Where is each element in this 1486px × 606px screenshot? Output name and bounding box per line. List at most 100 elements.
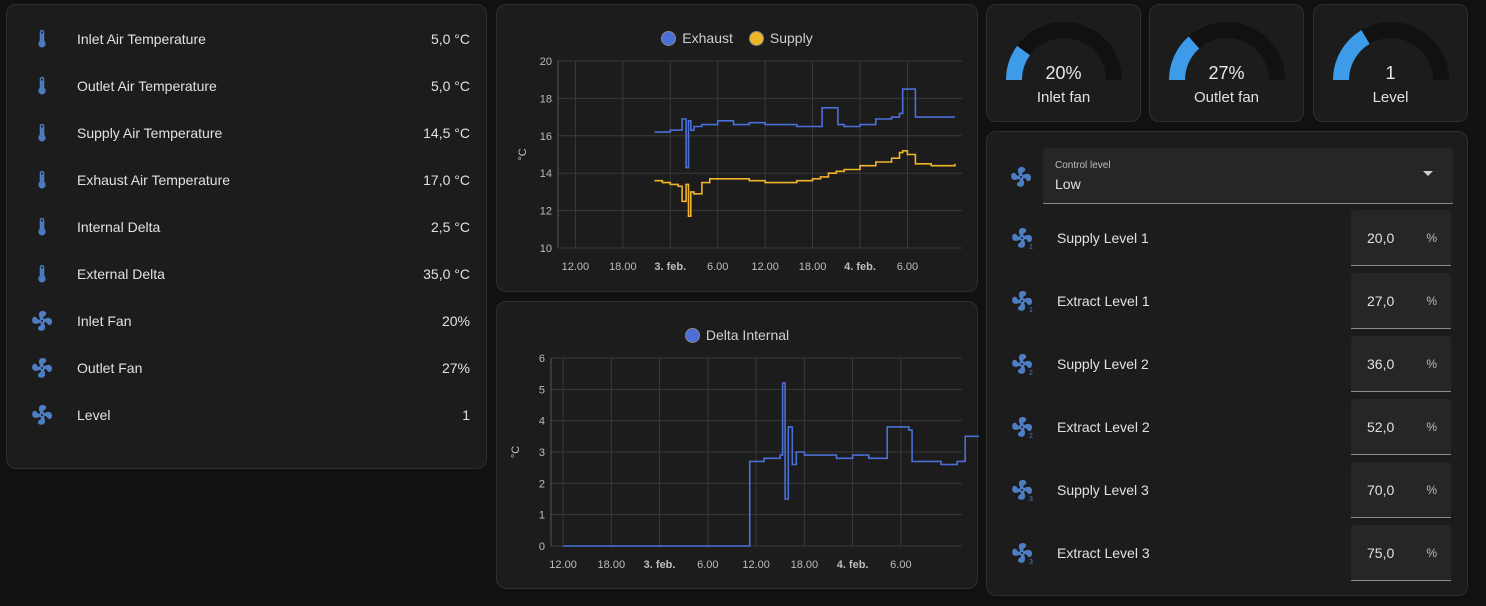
control-level-value: Low [1055,176,1081,192]
level-label: Extract Level 1 [1057,293,1150,309]
level-unit: % [1426,545,1437,560]
level-input[interactable]: 36,0% [1351,336,1451,392]
fan-icon [7,403,77,427]
svg-text:1: 1 [1029,307,1033,313]
level-unit: % [1426,230,1437,245]
x-tick-label: 18.00 [799,261,827,273]
level-value: 52,0 [1367,418,1395,435]
level-input[interactable]: 75,0% [1351,525,1451,581]
entity-row[interactable]: Supply Air Temperature 14,5 °C [7,109,486,156]
gauge-name: Outlet fan [1193,89,1260,106]
entity-row[interactable]: Level 1 [7,391,486,438]
level-input[interactable]: 70,0% [1351,462,1451,518]
entity-label: Level [77,406,111,423]
svg-text:1: 1 [1029,244,1033,250]
entity-row[interactable]: Outlet Air Temperature 5,0 °C [7,62,486,109]
series-line-supply[interactable] [654,150,956,217]
entity-label: Outlet Fan [77,359,143,376]
y-tick-label: 14 [540,168,552,180]
svg-text:2: 2 [1029,370,1033,376]
fan-speed-2-icon: 2 [987,352,1057,376]
level-unit: % [1426,293,1437,308]
level-row: 1 Supply Level 1 20,0% [987,210,1467,266]
temperature-chart-card: Exhaust Supply 10 12 14 16 18 20 12.00 18.00 3. … [496,4,978,292]
control-level-select[interactable]: Control level Low [1043,148,1453,204]
level-input[interactable]: 52,0% [1351,399,1451,455]
gauge-card[interactable]: 1 Level [1313,4,1468,122]
gauge-card[interactable]: 20% Inlet fan [986,4,1141,122]
level-row: 2 Extract Level 2 52,0% [987,399,1467,455]
level-value: 70,0 [1367,481,1395,498]
entity-value: 2,5 °C [430,218,470,235]
y-tick-label: 5 [539,384,545,396]
entity-row[interactable]: Inlet Fan 20% [7,297,486,344]
entity-label: Exhaust Air Temperature [77,171,231,188]
x-tick-label: 18.00 [791,559,819,571]
y-tick-label: 6 [539,353,545,365]
gauge-value: 27% [1208,63,1245,83]
y-axis-label: °C [517,148,529,160]
y-tick-label: 12 [540,206,552,218]
level-value: 20,0 [1367,229,1395,246]
y-tick-label: 1 [539,510,545,522]
y-tick-label: 3 [539,447,545,459]
levels-card: Control level Low 1 Supply Level 1 20,0% 1 E… [986,131,1468,596]
level-row: 1 Extract Level 1 27,0% [987,273,1467,329]
entity-value: 35,0 °C [423,265,470,282]
level-label: Supply Level 2 [1057,356,1149,372]
temperature-chart: 10 12 14 16 18 20 12.00 18.00 3. feb. 6.00 12.00 18… [517,56,962,273]
series-line-exhaust[interactable] [654,88,955,169]
thermometer-icon [7,28,77,50]
level-row: 3 Extract Level 3 75,0% [987,525,1467,581]
entity-row[interactable]: Outlet Fan 27% [7,344,486,391]
y-tick-label: 20 [540,56,552,68]
delta-chart: 0 1 2 3 4 5 6 12.00 18.00 3. feb. 6.00 12.00 18.00 4.… [510,353,979,571]
entity-label: Internal Delta [77,218,161,235]
thermometer-icon [7,216,77,238]
x-tick-label: 3. feb. [654,261,686,273]
entity-value: 14,5 °C [423,124,470,141]
y-axis-label: °C [510,446,522,458]
entity-label: Inlet Fan [77,312,132,329]
x-tick-label: 4. feb. [844,261,876,273]
level-label: Supply Level 3 [1057,482,1149,498]
entity-value: 1 [462,406,470,423]
x-tick-label: 3. feb. [644,559,676,571]
thermometer-icon [7,75,77,97]
svg-text:3: 3 [1029,496,1033,502]
fan-icon [7,356,77,380]
y-tick-label: 16 [540,131,552,143]
gauge-value: 20% [1045,63,1082,83]
x-tick-label: 18.00 [598,559,626,571]
svg-text:2: 2 [1029,433,1033,439]
entity-row[interactable]: Inlet Air Temperature 5,0 °C [7,15,486,62]
x-tick-label: 12.00 [751,261,779,273]
x-tick-label: 12.00 [742,559,770,571]
gauge-value: 1 [1385,63,1396,83]
thermometer-icon [7,263,77,285]
y-tick-label: 18 [540,93,552,105]
level-unit: % [1426,356,1437,371]
chevron-down-icon[interactable] [1423,171,1433,176]
x-tick-label: 12.00 [562,261,590,273]
level-value: 36,0 [1367,355,1395,372]
series-line-delta-internal[interactable] [563,382,979,547]
level-row: 2 Supply Level 2 36,0% [987,336,1467,392]
level-input[interactable]: 20,0% [1351,210,1451,266]
x-tick-label: 12.00 [549,559,577,571]
entity-row[interactable]: Internal Delta 2,5 °C [7,203,486,250]
entity-value: 27% [441,359,470,376]
control-level-row: Control level Low [987,132,1467,220]
entity-row[interactable]: External Delta 35,0 °C [7,250,486,297]
fan-speed-1-icon: 1 [987,226,1057,250]
x-tick-label: 6.00 [697,559,718,571]
x-tick-label: 6.00 [897,261,918,273]
x-tick-label: 6.00 [707,261,728,273]
level-unit: % [1426,419,1437,434]
entity-row[interactable]: Exhaust Air Temperature 17,0 °C [7,156,486,203]
delta-chart-card: Delta Internal 0 1 2 3 4 5 6 12.00 18.00 3. feb. 6… [496,301,979,589]
level-label: Supply Level 1 [1057,230,1149,246]
gauge-card[interactable]: 27% Outlet fan [1149,4,1304,122]
level-input[interactable]: 27,0% [1351,273,1451,329]
fan-icon [1009,165,1033,194]
